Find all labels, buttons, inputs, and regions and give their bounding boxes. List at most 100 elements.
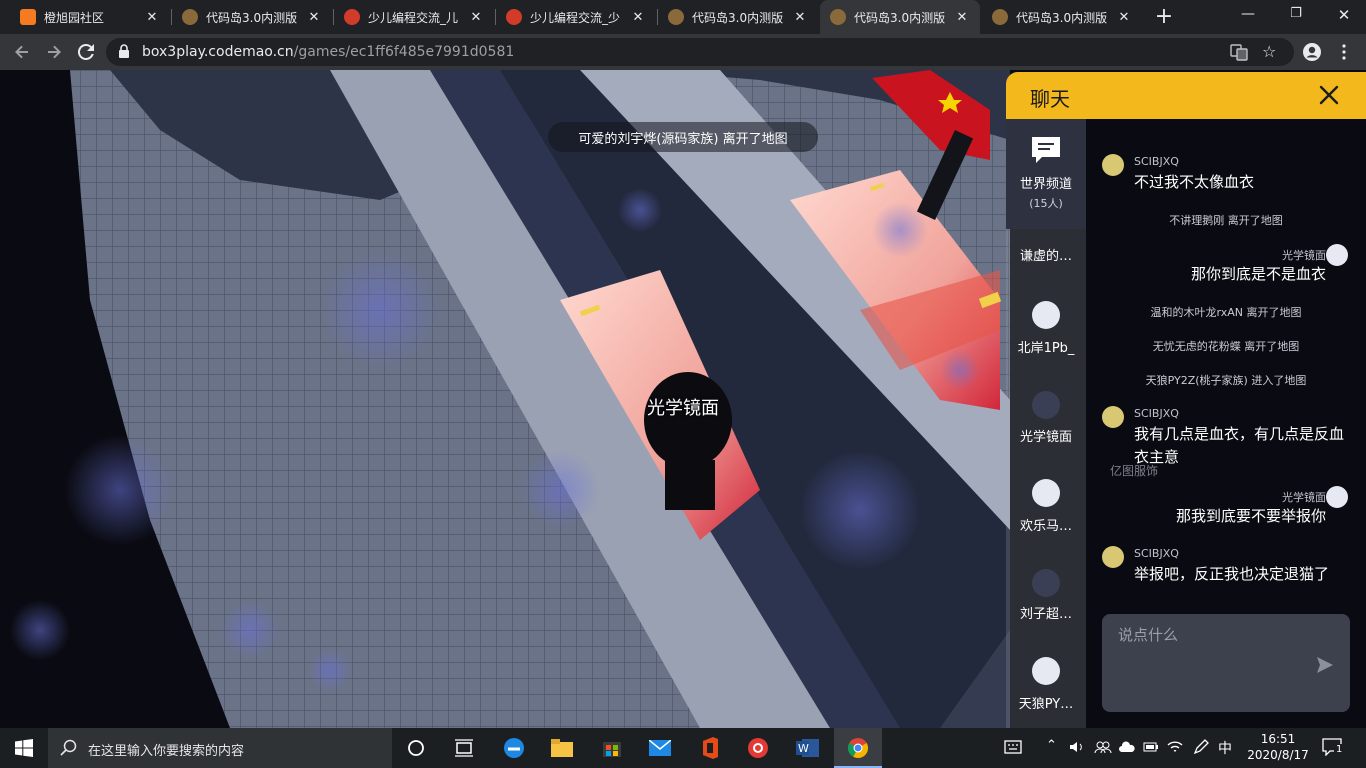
browser-tab[interactable]: 代码岛3.0内测版 ✕	[982, 0, 1142, 34]
contact-item[interactable]: 北岸1Pb_	[1006, 337, 1086, 356]
notification-center-icon[interactable]: 1	[1322, 738, 1345, 758]
file-explorer-icon[interactable]	[548, 734, 576, 762]
user-avatar	[1326, 244, 1348, 266]
browser-menu-icon[interactable]	[1332, 40, 1356, 64]
contact-name: 刘子超…	[1019, 607, 1072, 622]
system-message: 无忧无虑的花粉蝶 离开了地图	[1152, 340, 1300, 353]
contact-avatar	[1032, 657, 1060, 685]
chat-input-placeholder: 说点什么	[1118, 626, 1179, 644]
minimize-button[interactable]: —	[1236, 6, 1260, 26]
store-icon[interactable]	[598, 734, 626, 762]
taskbar-search[interactable]: 在这里输入你要搜索的内容	[48, 728, 392, 768]
pen-icon[interactable]	[1192, 738, 1210, 756]
tab-close-icon[interactable]: ✕	[630, 10, 646, 25]
lock-icon	[118, 44, 132, 60]
message-text: 举报吧，反正我也决定退猫了	[1134, 565, 1330, 583]
user-avatar	[1102, 546, 1124, 568]
tab-close-icon[interactable]: ✕	[144, 10, 160, 25]
clock[interactable]: 16:51 2020/8/17	[1244, 731, 1312, 763]
wifi-icon[interactable]	[1166, 738, 1184, 756]
task-view-icon[interactable]	[450, 734, 478, 762]
message-text: 不过我不太像血衣	[1134, 173, 1255, 191]
contact-avatar	[1032, 569, 1060, 597]
svg-text:W: W	[798, 742, 809, 755]
input-method-indicator[interactable]: 中	[1218, 738, 1232, 758]
office-icon[interactable]	[696, 734, 724, 762]
game-toast: 可爱的刘宇烨(源码家族) 离开了地图	[548, 122, 818, 152]
volume-icon[interactable]	[1068, 738, 1086, 756]
world-channel-item[interactable]: 世界频道 (15人)	[1006, 119, 1086, 229]
codemao-icon	[992, 9, 1008, 25]
chrome-taskbar-button[interactable]	[834, 728, 882, 768]
contact-item[interactable]: 光学镜面	[1006, 426, 1086, 445]
bookmark-star-icon[interactable]: ☆	[1262, 42, 1280, 61]
chat-header: 聊天	[1006, 72, 1366, 119]
browser-toolbar: box3play.codemao.cn/games/ec1ff6f485e799…	[0, 34, 1366, 70]
message-text: 那你到底是不是血衣	[1190, 265, 1326, 283]
browser-tab-strip: 橙旭园社区 ✕ 代码岛3.0内测版 ✕ 少儿编程交流_儿 ✕ 少儿编程交流_少 …	[0, 0, 1366, 34]
browser-tab[interactable]: 少儿编程交流_少 ✕	[496, 0, 656, 34]
reload-icon[interactable]	[74, 40, 98, 64]
contact-name: 光学镜面	[1019, 430, 1072, 445]
translate-icon[interactable]	[1230, 43, 1248, 61]
netease-music-icon[interactable]	[744, 734, 772, 762]
orange-app-icon	[20, 9, 36, 25]
keyboard-icon[interactable]	[1004, 738, 1022, 756]
new-tab-button[interactable]: +	[1150, 4, 1178, 30]
forward-icon[interactable]	[42, 40, 66, 64]
contact-item[interactable]: 天狼PY…	[1006, 693, 1086, 712]
mail-icon[interactable]	[646, 734, 674, 762]
chat-input[interactable]: 说点什么	[1102, 614, 1350, 712]
codemao-icon	[668, 9, 684, 25]
tab-close-icon[interactable]: ✕	[468, 10, 484, 25]
address-bar[interactable]: box3play.codemao.cn/games/ec1ff6f485e799…	[106, 38, 1294, 66]
browser-tab[interactable]: 代码岛3.0内测版 ✕	[658, 0, 818, 34]
contact-avatar	[1032, 391, 1060, 419]
contact-item[interactable]: 刘子超…	[1006, 603, 1086, 622]
tab-title: 代码岛3.0内测版	[692, 10, 784, 25]
contact-name: 欢乐马…	[1019, 519, 1072, 534]
message-text: 我有几点是血衣，有几点是反血衣主意	[1134, 425, 1345, 466]
contact-avatar	[1032, 301, 1060, 329]
contact-item[interactable]: 欢乐马…	[1006, 515, 1086, 534]
tab-close-icon[interactable]: ✕	[954, 10, 970, 25]
contact-name: 天狼PY…	[1018, 697, 1074, 712]
notification-count: 1	[1334, 744, 1345, 755]
word-icon[interactable]: W	[794, 734, 822, 762]
chat-panel: 聊天 世界频道 (15人) 谦虚的… 北岸1Pb_ 光学镜面 欢乐马… 刘子超……	[1006, 72, 1366, 728]
tab-title: 代码岛3.0内测版	[1016, 10, 1108, 25]
battery-icon[interactable]	[1142, 738, 1160, 756]
cloud-icon[interactable]	[1118, 738, 1136, 756]
tab-close-icon[interactable]: ✕	[1116, 10, 1132, 25]
maximize-button[interactable]: ❐	[1284, 6, 1308, 26]
close-window-button[interactable]: ✕	[1332, 6, 1356, 26]
world-channel-count: (15人)	[1029, 197, 1063, 210]
cortana-icon[interactable]	[402, 734, 430, 762]
tab-close-icon[interactable]: ✕	[306, 10, 322, 25]
message-sender: SCIBJXQ	[1134, 155, 1179, 168]
browser-tab[interactable]: 代码岛3.0内测版 ✕	[172, 0, 332, 34]
browser-tab[interactable]: 橙旭园社区 ✕	[10, 0, 170, 34]
system-message: 不讲理鹅刚 离开了地图	[1169, 214, 1283, 227]
tab-close-icon[interactable]: ✕	[792, 10, 808, 25]
windows-start-icon[interactable]	[0, 728, 48, 768]
back-icon[interactable]	[10, 40, 34, 64]
world-channel-label: 世界频道	[1019, 177, 1072, 192]
tray-chevron-up-icon[interactable]: ⌃	[1046, 738, 1057, 753]
contact-item[interactable]: 谦虚的…	[1006, 245, 1086, 264]
browser-tab[interactable]: 少儿编程交流_儿 ✕	[334, 0, 494, 34]
tab-title: 少儿编程交流_少	[530, 10, 621, 25]
tieba-icon	[506, 9, 522, 25]
message-sender: SCIBJXQ	[1134, 407, 1179, 420]
edge-icon[interactable]	[500, 734, 528, 762]
profile-avatar-icon[interactable]	[1300, 40, 1324, 64]
system-message: 天狼PY2Z(桃子家族) 进入了地图	[1145, 374, 1307, 387]
send-icon[interactable]	[1316, 656, 1334, 674]
people-icon[interactable]	[1094, 738, 1112, 756]
user-avatar	[1326, 486, 1348, 508]
url-text: box3play.codemao.cn/games/ec1ff6f485e799…	[142, 44, 515, 60]
message-sender: 光学镜面	[1282, 491, 1326, 504]
close-chat-icon[interactable]	[1318, 84, 1340, 106]
codemao-icon	[182, 9, 198, 25]
browser-tab-active[interactable]: 代码岛3.0内测版 ✕	[820, 0, 980, 34]
